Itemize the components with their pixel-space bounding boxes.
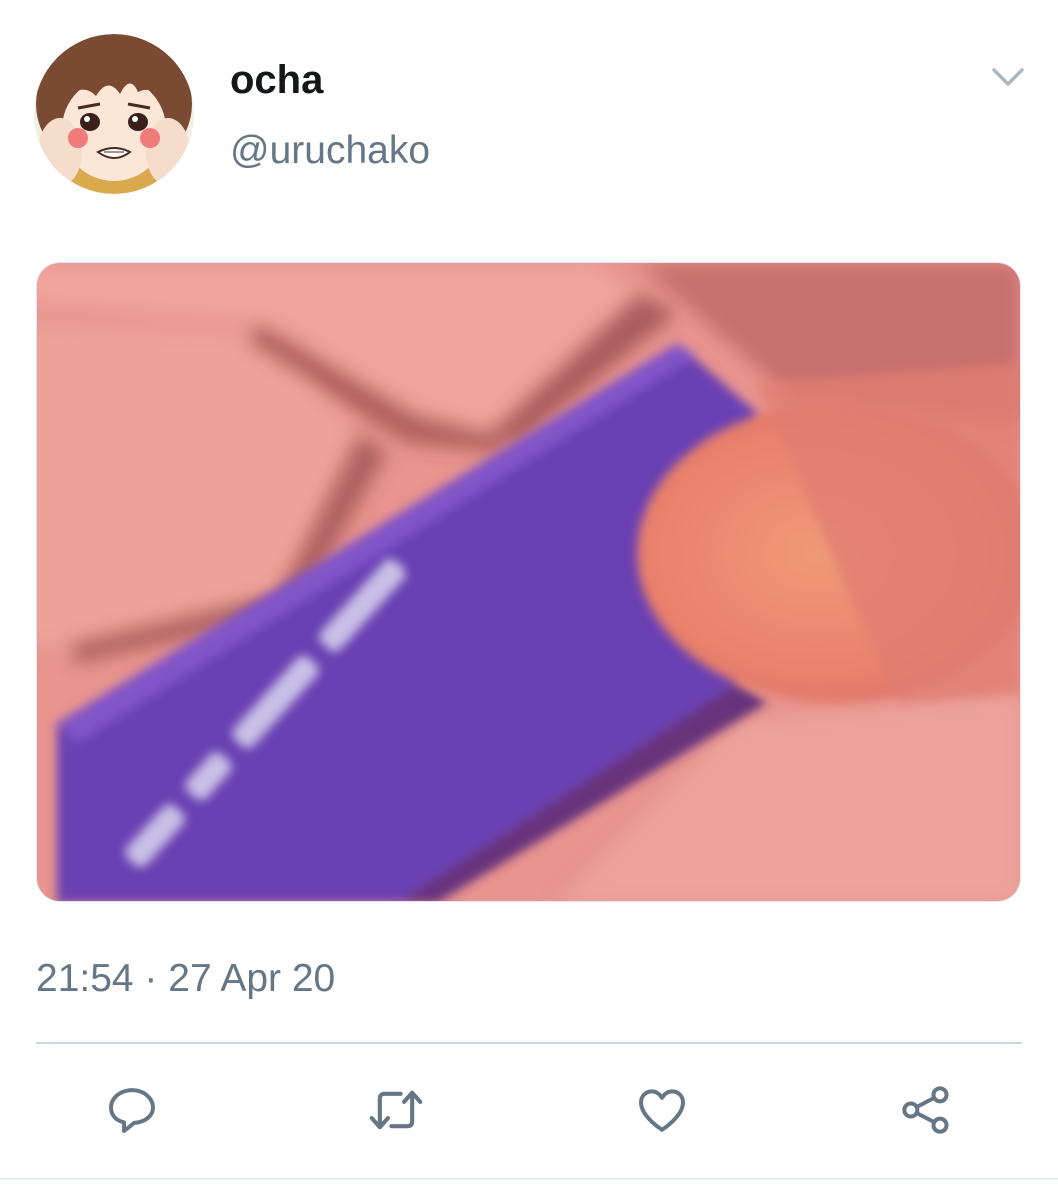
like-button[interactable] [622, 1070, 702, 1150]
tweet-media-image[interactable] [36, 262, 1021, 902]
avatar-image [34, 34, 194, 194]
action-bar [0, 1070, 1058, 1150]
share-icon [902, 1086, 949, 1134]
chevron-down-icon [992, 68, 1024, 86]
media-photo [37, 263, 1020, 901]
bottom-divider [0, 1178, 1058, 1180]
heart-icon [639, 1089, 685, 1132]
divider [36, 1042, 1022, 1044]
tweet-menu-button[interactable] [988, 60, 1028, 94]
tweet: ocha @uruchako 21:54 · 27 Apr 20 [0, 0, 1058, 1200]
tweet-timestamp[interactable]: 21:54 · 27 Apr 20 [36, 954, 335, 1004]
user-handle[interactable]: @uruchako [230, 126, 430, 176]
reply-button[interactable] [92, 1070, 172, 1150]
reply-icon [109, 1088, 155, 1133]
share-button[interactable] [886, 1070, 966, 1150]
avatar[interactable] [34, 34, 194, 194]
retweet-icon [369, 1090, 423, 1130]
display-name[interactable]: ocha [230, 52, 323, 108]
retweet-button[interactable] [356, 1070, 436, 1150]
